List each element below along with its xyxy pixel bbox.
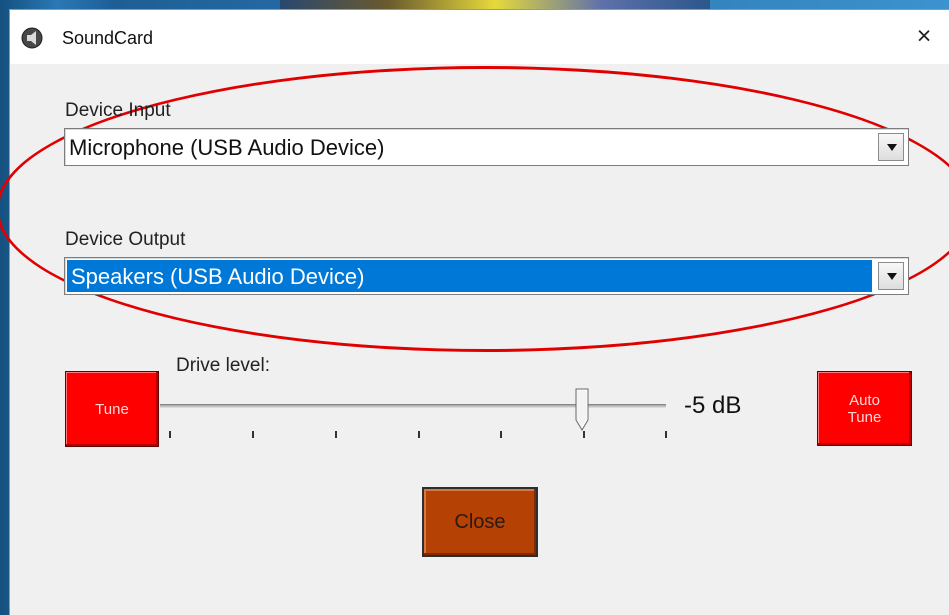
title-bar: SoundCard ×	[10, 10, 949, 64]
tune-button-label: Tune	[95, 401, 129, 418]
chevron-down-icon[interactable]	[878, 133, 904, 161]
slider-tick	[665, 431, 667, 438]
drive-level-value: -5 dB	[684, 392, 742, 419]
tune-button[interactable]: Tune	[65, 371, 159, 447]
slider-tick	[418, 431, 420, 438]
device-output-value: Speakers (USB Audio Device)	[71, 264, 365, 289]
auto-tune-button[interactable]: Auto Tune	[817, 371, 912, 446]
slider-tick	[583, 431, 585, 438]
device-input-value: Microphone (USB Audio Device)	[69, 135, 385, 160]
drive-level-slider-thumb[interactable]	[573, 388, 591, 434]
device-output-select[interactable]: Speakers (USB Audio Device)	[64, 257, 909, 295]
slider-tick	[335, 431, 337, 438]
chevron-down-icon[interactable]	[878, 262, 904, 290]
slider-tick	[500, 431, 502, 438]
device-output-label: Device Output	[65, 229, 186, 250]
close-button[interactable]: Close	[422, 487, 538, 557]
device-input-select[interactable]: Microphone (USB Audio Device)	[64, 128, 909, 166]
auto-tune-label-line-2: Tune	[847, 409, 882, 426]
slider-tick	[169, 431, 171, 438]
auto-tune-label-line-1: Auto	[849, 392, 880, 409]
speaker-icon	[21, 27, 43, 49]
slider-tick	[252, 431, 254, 438]
close-button-label: Close	[454, 511, 506, 533]
close-icon[interactable]: ×	[907, 20, 941, 54]
window-title: SoundCard	[62, 28, 154, 48]
device-input-label: Device Input	[65, 100, 171, 121]
drive-level-label: Drive level:	[176, 355, 270, 376]
soundcard-dialog: SoundCard × Device Input Microphone (USB…	[0, 9, 949, 615]
